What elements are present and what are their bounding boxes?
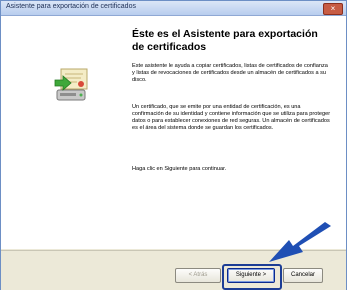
pointer-arrow-icon (269, 222, 331, 262)
back-button[interactable]: < Atrás (175, 268, 221, 283)
wizard-side-panel (1, 16, 111, 249)
continue-instruction: Haga clic en Siguiente para continuar. (132, 166, 227, 172)
close-button[interactable]: × (323, 3, 343, 15)
window-title: Asistente para exportación de certificad… (6, 3, 136, 10)
wizard-content: Éste es el Asistente para exportación de… (1, 16, 346, 249)
certificate-export-icon (54, 68, 88, 101)
wizard-heading: Éste es el Asistente para exportación de… (132, 28, 318, 53)
title-bar: Asistente para exportación de certificad… (1, 1, 346, 16)
certificate-description-paragraph: Un certificado, que se emite por una ent… (132, 104, 331, 131)
intro-paragraph: Este asistente le ayuda a copiar certifi… (132, 63, 328, 83)
